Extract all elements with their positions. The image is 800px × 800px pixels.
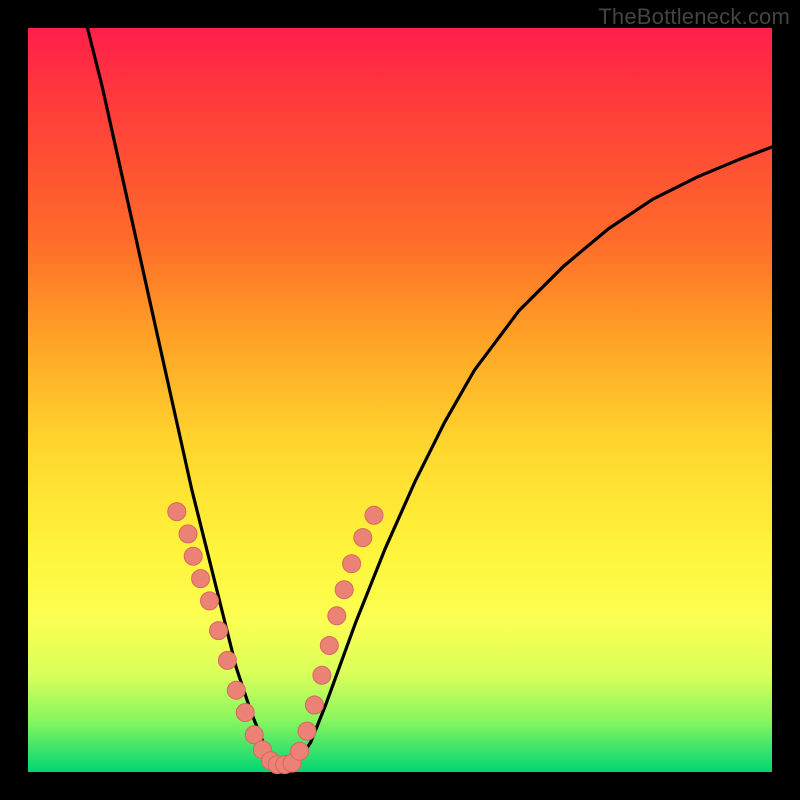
chart-frame: TheBottleneck.com [0, 0, 800, 800]
highlight-dot [291, 742, 309, 760]
highlight-dot [179, 525, 197, 543]
highlight-dot [184, 547, 202, 565]
highlight-dot [365, 506, 383, 524]
highlight-dot [298, 722, 316, 740]
highlight-dot [201, 592, 219, 610]
highlight-dot [210, 622, 228, 640]
highlight-dot [343, 555, 361, 573]
watermark-text: TheBottleneck.com [598, 4, 790, 30]
highlight-dot [320, 637, 338, 655]
highlight-dot [236, 704, 254, 722]
highlight-dot [354, 529, 372, 547]
highlight-dot [313, 666, 331, 684]
curve-svg [28, 28, 772, 772]
plot-area [28, 28, 772, 772]
highlight-dot [168, 503, 186, 521]
highlight-dot [227, 681, 245, 699]
highlight-dot [335, 581, 353, 599]
highlight-dot [192, 570, 210, 588]
highlight-dot [218, 651, 236, 669]
highlight-dot [328, 607, 346, 625]
bottleneck-curve [88, 28, 773, 765]
highlight-dot [305, 696, 323, 714]
